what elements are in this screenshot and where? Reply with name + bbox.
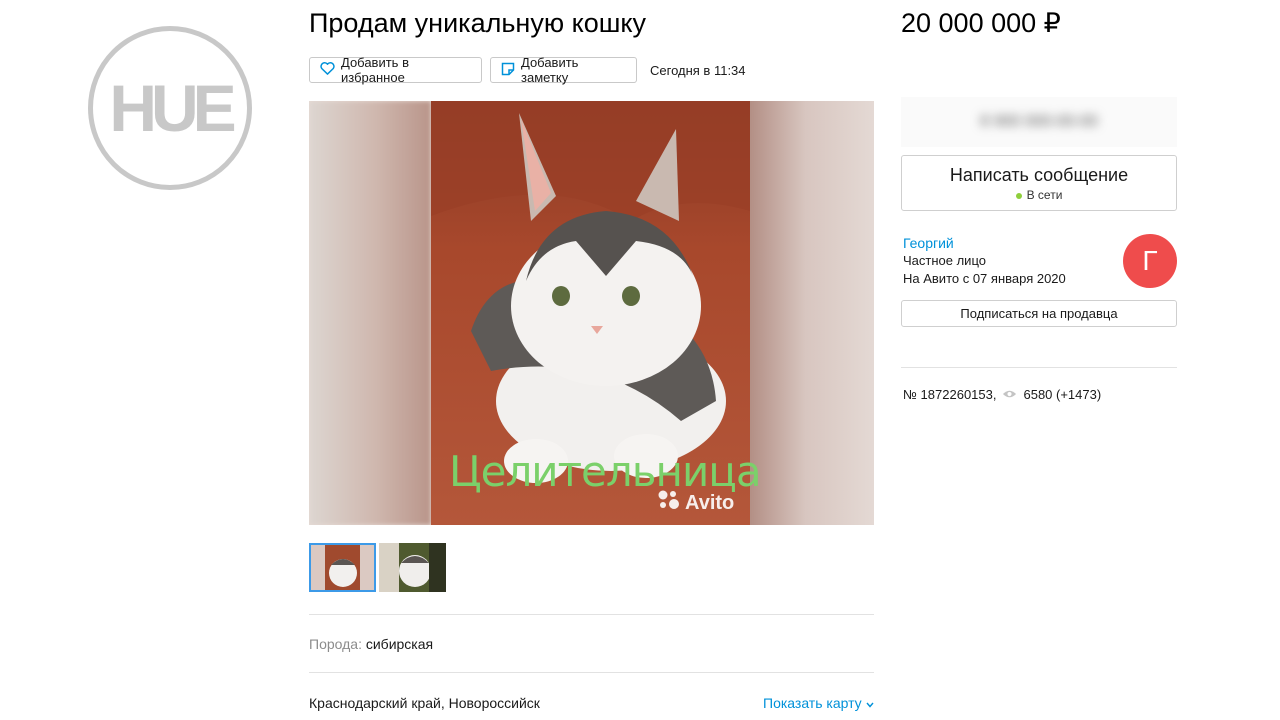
eye-icon <box>1002 387 1017 402</box>
thumbnail-image <box>311 545 374 590</box>
add-to-favorites-button[interactable]: Добавить в избранное <box>309 55 482 85</box>
views-count: 6580 (+1473) <box>1023 387 1102 402</box>
listing-address: Краснодарский край, Новороссийск <box>309 695 540 711</box>
param-key: Порода: <box>309 636 362 652</box>
seller-name-link[interactable]: Георгий <box>903 235 954 251</box>
divider <box>901 367 1177 368</box>
watermark-text: HUE <box>109 71 236 145</box>
listing-price: 20 000 000 ₽ <box>901 8 1061 38</box>
note-icon <box>501 62 515 79</box>
online-dot-icon <box>1015 192 1022 199</box>
phone-number-button[interactable]: 8 900 000-00-00 <box>901 97 1177 147</box>
seller-avatar[interactable]: Г <box>1123 234 1177 288</box>
subscribe-seller-button[interactable]: Подписаться на продавца <box>901 300 1177 327</box>
online-status-label: В сети <box>1026 188 1063 202</box>
online-status: В сети <box>902 188 1176 202</box>
show-map-link[interactable]: Показать карту <box>763 695 874 711</box>
breed-param: Порода: сибирская <box>309 636 433 652</box>
photo-thumbnail-2[interactable] <box>379 543 446 592</box>
write-message-button[interactable]: Написать сообщение В сети <box>901 155 1177 211</box>
param-value: сибирская <box>365 636 434 652</box>
add-note-button[interactable]: Добавить заметку <box>490 55 637 85</box>
avito-logo-icon <box>657 489 681 517</box>
watermark-logo: HUE <box>88 26 252 190</box>
posted-time: Сегодня в 11:34 <box>650 63 746 78</box>
divider <box>309 672 874 673</box>
divider <box>309 614 874 615</box>
photo-blur-right <box>750 101 874 525</box>
page-title: Продам уникальную кошку <box>309 8 646 38</box>
chevron-down-icon <box>866 695 874 711</box>
add-note-label: Добавить заметку <box>521 55 579 85</box>
show-map-label: Показать карту <box>763 695 862 711</box>
add-to-favorites-label: Добавить в избранное <box>341 55 409 85</box>
avito-watermark-text: Avito <box>685 491 735 514</box>
seller-type: Частное лицо <box>903 253 986 268</box>
seller-since: На Авито с 07 января 2020 <box>903 271 1066 286</box>
thumbnail-image <box>379 543 446 592</box>
phone-number-hidden: 8 900 000-00-00 <box>980 113 1098 130</box>
photo-blur-left <box>309 101 431 525</box>
avito-watermark: Avito <box>657 489 734 517</box>
photo-thumbnail-1[interactable] <box>309 543 376 592</box>
main-photo[interactable]: Целительница Avito <box>309 101 874 525</box>
write-message-label: Написать сообщение <box>949 165 1129 185</box>
ad-number: № 1872260153, <box>903 387 997 402</box>
heart-icon <box>320 62 335 78</box>
ad-info: № 1872260153, 6580 (+1473) <box>903 387 1101 402</box>
